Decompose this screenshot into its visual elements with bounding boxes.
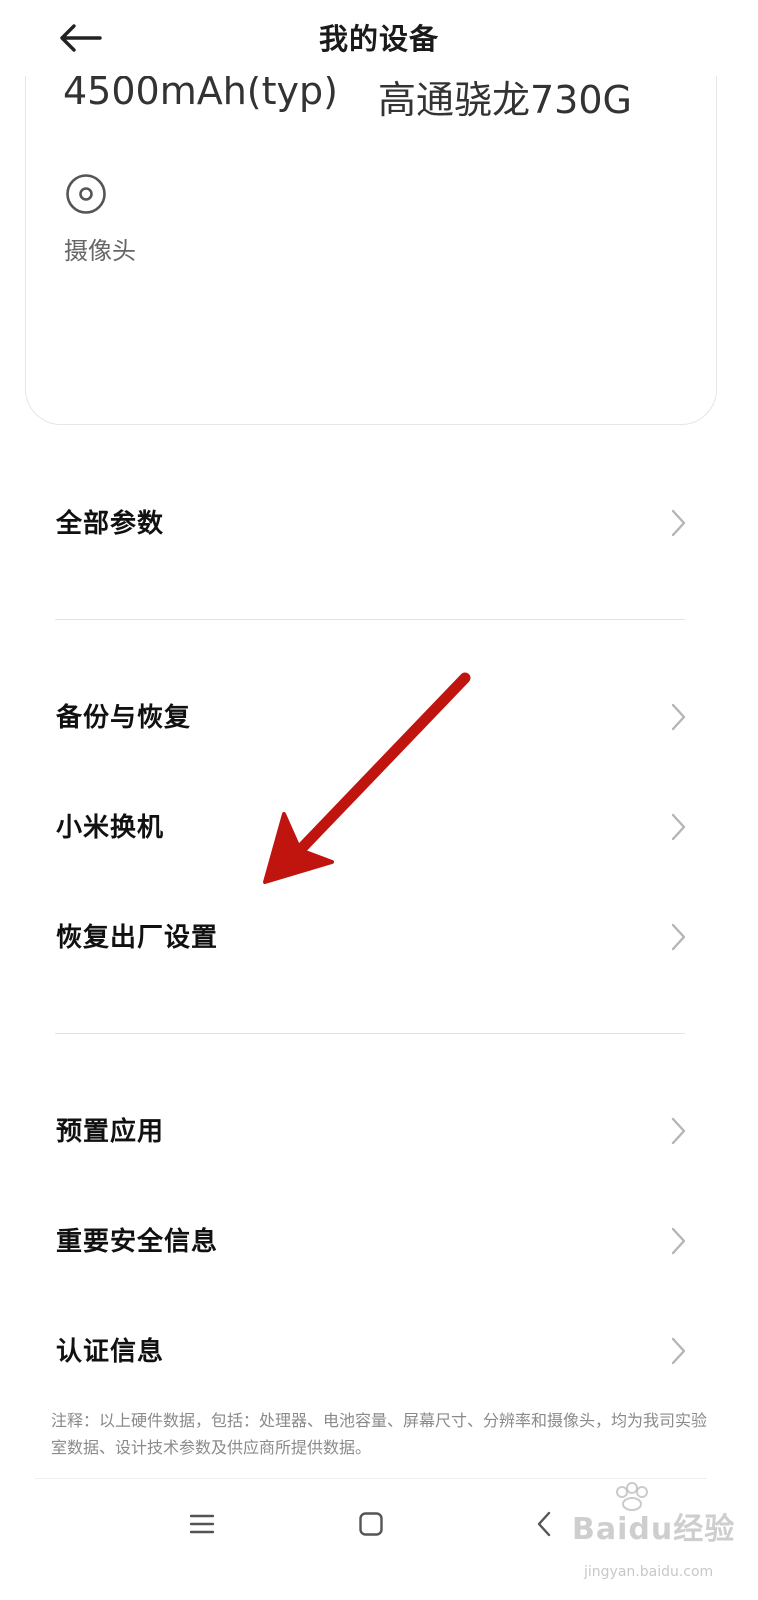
home-square-icon — [359, 1512, 383, 1536]
menu-item-factory-reset[interactable]: 恢复出厂设置 — [0, 889, 758, 985]
menu-item-safety-info[interactable]: 重要安全信息 — [0, 1193, 758, 1289]
camera-lens-icon — [66, 174, 106, 214]
menu-item-preinstalled-apps[interactable]: 预置应用 — [0, 1083, 758, 1179]
back-chevron-icon — [537, 1511, 551, 1537]
chevron-right-icon — [671, 509, 686, 537]
menu-item-label: 全部参数 — [56, 509, 165, 539]
baidu-jingyan-watermark: Baidu经验 jingyan.baidu.com — [560, 1482, 750, 1592]
chevron-right-icon — [671, 813, 686, 841]
menu-item-all-specs[interactable]: 全部参数 — [0, 475, 758, 571]
camera-label: 摄像头 — [64, 237, 136, 265]
menu-item-label: 备份与恢复 — [56, 703, 192, 733]
chevron-right-icon — [671, 1337, 686, 1365]
chevron-right-icon — [671, 1227, 686, 1255]
menu-item-mi-mover[interactable]: 小米换机 — [0, 779, 758, 875]
top-app-bar: 我的设备 — [0, 0, 758, 76]
menu-item-label: 重要安全信息 — [56, 1227, 219, 1257]
recent-apps-button[interactable] — [178, 1500, 226, 1548]
chevron-right-icon — [671, 703, 686, 731]
hardware-data-footnote: 注释：以上硬件数据，包括：处理器、电池容量、屏幕尺寸、分辨率和摄像头，均为我司实… — [51, 1411, 708, 1457]
page-title: 我的设备 — [318, 22, 439, 56]
menu-lines-icon — [189, 1514, 215, 1534]
chevron-right-icon — [671, 1117, 686, 1145]
menu-item-label: 恢复出厂设置 — [56, 923, 219, 953]
menu-item-label: 预置应用 — [56, 1117, 165, 1147]
section-divider — [55, 1033, 685, 1034]
processor-spec: 高通骁龙730G — [378, 78, 632, 122]
section-divider — [55, 619, 685, 620]
navbar-divider — [35, 1478, 707, 1479]
chevron-right-icon — [671, 923, 686, 951]
menu-item-label: 小米换机 — [56, 813, 165, 843]
menu-item-backup-restore[interactable]: 备份与恢复 — [0, 669, 758, 765]
watermark-url: jingyan.baidu.com — [584, 1564, 714, 1580]
device-info-card: 4500mAh(typ) 高通骁龙730G 摄像头 — [25, 20, 717, 425]
menu-item-certification[interactable]: 认证信息 — [0, 1303, 758, 1399]
menu-item-label: 认证信息 — [56, 1337, 165, 1367]
watermark-text: Baidu经验 — [572, 1512, 736, 1547]
home-button[interactable] — [347, 1500, 395, 1548]
